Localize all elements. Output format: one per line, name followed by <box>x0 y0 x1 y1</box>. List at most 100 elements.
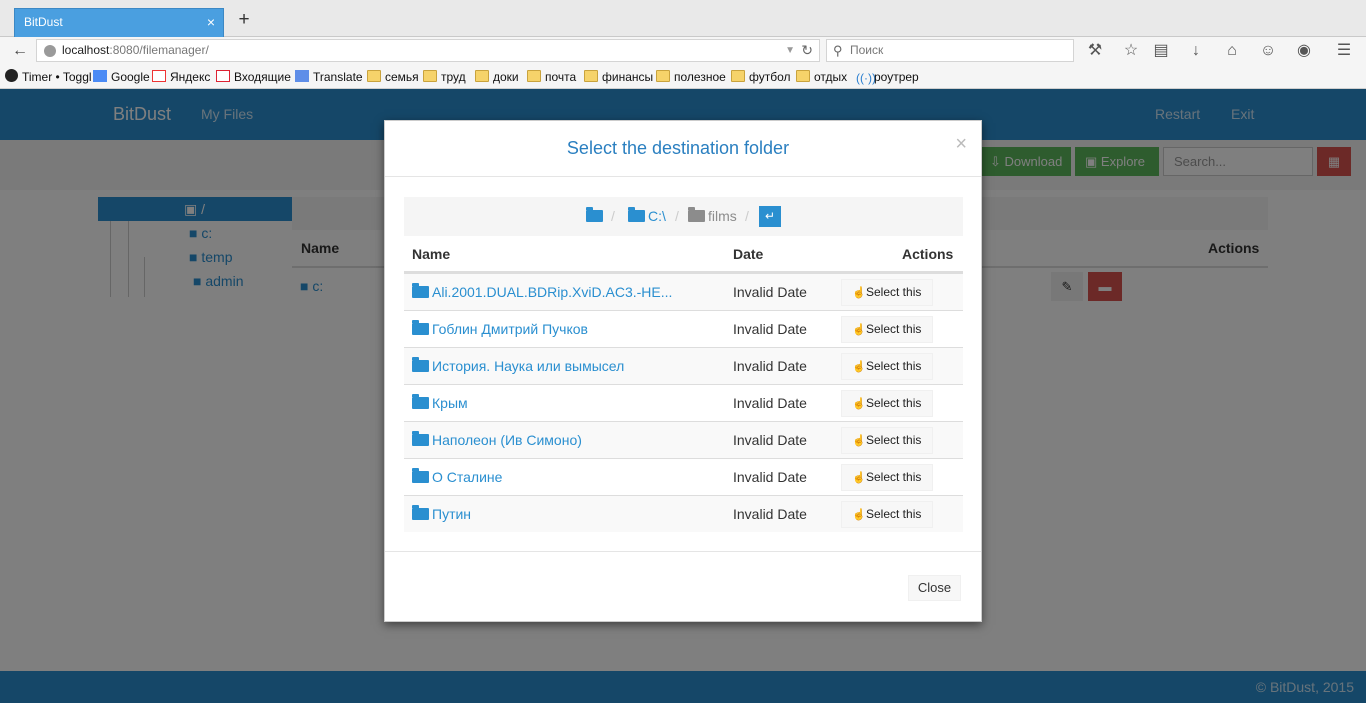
bookmark-folder-work[interactable]: труд <box>423 69 466 85</box>
hand-pointer-icon: ☝ <box>852 361 866 373</box>
url-dropdown-icon[interactable]: ▼ <box>785 40 795 61</box>
bookmark-folder-mail[interactable]: почта <box>527 69 576 85</box>
folder-date: Invalid Date <box>733 469 807 485</box>
globe-icon <box>44 45 56 57</box>
browser-navbar: ← localhost:8080/filemanager/ ▼ ↻ ⚲ Поис… <box>0 37 1366 65</box>
new-tab-icon[interactable]: + <box>234 8 254 32</box>
folder-date: Invalid Date <box>733 321 807 337</box>
folder-link[interactable]: Наполеон (Ив Симоно) <box>412 431 582 448</box>
browser-tabbar: BitDust × + <box>0 0 1366 37</box>
folder-link[interactable]: Путин <box>412 505 471 522</box>
modal-footer: Close <box>385 551 981 621</box>
bookmark-label: отдых <box>814 70 848 84</box>
select-this-button[interactable]: ☝Select this <box>841 279 933 306</box>
folder-date: Invalid Date <box>733 432 807 448</box>
breadcrumb-separator: / <box>611 208 615 224</box>
destination-folder-modal: Select the destination folder × / C:\ / … <box>384 120 982 622</box>
select-this-button[interactable]: ☝Select this <box>841 464 933 491</box>
folder-name: О Сталине <box>432 469 503 485</box>
bookmark-folder-rest[interactable]: отдых <box>796 69 847 85</box>
enter-folder-button[interactable]: ↵ <box>759 206 781 227</box>
folder-icon <box>527 70 541 82</box>
bookmark-yandex[interactable]: Яндекс <box>152 69 210 85</box>
bookmark-label: футбол <box>749 70 791 84</box>
bookmarks-bar: Timer • Toggl Google Яндекс Входящие Tra… <box>0 65 1366 89</box>
home-icon[interactable]: ⌂ <box>1221 40 1243 62</box>
breadcrumb-root[interactable] <box>586 207 606 224</box>
google-icon <box>93 70 107 82</box>
folder-link[interactable]: О Сталине <box>412 468 503 485</box>
header-name[interactable]: Name <box>412 246 450 262</box>
hand-pointer-icon: ☝ <box>852 509 866 521</box>
folder-icon <box>367 70 381 82</box>
folder-date: Invalid Date <box>733 358 807 374</box>
table-row: Гоблин Дмитрий Пучков Invalid Date ☝Sele… <box>404 310 963 347</box>
tab-close-icon[interactable]: × <box>207 9 215 36</box>
select-label: Select this <box>866 359 922 373</box>
close-button[interactable]: Close <box>908 575 961 601</box>
bookmark-folder-family[interactable]: семья <box>367 69 419 85</box>
address-bar[interactable]: localhost:8080/filemanager/ ▼ ↻ <box>36 39 820 62</box>
browser-search-input[interactable]: ⚲ Поиск <box>826 39 1074 62</box>
bookmark-folder-useful[interactable]: полезное <box>656 69 726 85</box>
header-date[interactable]: Date <box>733 246 763 262</box>
browser-tab[interactable]: BitDust × <box>14 8 224 37</box>
select-this-button[interactable]: ☝Select this <box>841 353 933 380</box>
bookmark-toggl[interactable]: Timer • Toggl <box>5 69 92 85</box>
bookmark-star-icon[interactable]: ☆ <box>1120 40 1142 62</box>
folder-link[interactable]: История. Наука или вымысел <box>412 357 625 374</box>
close-icon[interactable]: × <box>955 133 967 156</box>
folder-icon <box>412 431 429 446</box>
bookmark-label: Яндекс <box>170 70 211 84</box>
folder-name: Крым <box>432 395 468 411</box>
extension-icon[interactable]: ◉ <box>1293 40 1315 62</box>
bookmark-google[interactable]: Google <box>93 69 150 85</box>
bookmark-label: семья <box>385 70 419 84</box>
select-this-button[interactable]: ☝Select this <box>841 427 933 454</box>
folder-date: Invalid Date <box>733 395 807 411</box>
folder-name: История. Наука или вымысел <box>432 358 625 374</box>
download-arrow-icon[interactable]: ↓ <box>1185 40 1207 62</box>
bookmark-label: Входящие <box>234 70 291 84</box>
folder-icon <box>412 320 429 335</box>
bookmark-label: Timer • Toggl <box>22 70 92 84</box>
search-icon: ⚲ <box>833 43 843 58</box>
bookmark-inbox[interactable]: Входящие <box>216 69 291 85</box>
gmail-icon <box>216 70 230 82</box>
folder-link[interactable]: Гоблин Дмитрий Пучков <box>412 320 588 337</box>
url-path: :8080/filemanager/ <box>109 43 209 57</box>
folder-link[interactable]: Крым <box>412 394 468 411</box>
select-this-button[interactable]: ☝Select this <box>841 316 933 343</box>
bookmark-translate[interactable]: Translate <box>295 69 363 85</box>
bookmark-folder-football[interactable]: футбол <box>731 69 791 85</box>
folder-icon <box>584 70 598 82</box>
reading-list-icon[interactable]: ▤ <box>1150 40 1172 62</box>
folder-icon <box>412 394 429 409</box>
folder-date: Invalid Date <box>733 284 807 300</box>
reload-icon[interactable]: ↻ <box>801 40 813 61</box>
folder-icon <box>412 468 429 483</box>
folder-link[interactable]: Ali.2001.DUAL.BDRip.XviD.AC3.-HE... <box>412 283 672 300</box>
hand-pointer-icon: ☝ <box>852 472 866 484</box>
folder-name: Гоблин Дмитрий Пучков <box>432 321 588 337</box>
folder-table-header: Name Date Actions <box>404 236 963 273</box>
folder-open-icon <box>688 207 705 222</box>
folder-icon <box>412 357 429 372</box>
header-actions: Actions <box>902 246 954 262</box>
bookmark-router[interactable]: ((·))роутрер <box>856 69 919 85</box>
hand-pointer-icon: ☝ <box>852 287 866 299</box>
table-row: История. Наука или вымысел Invalid Date … <box>404 347 963 384</box>
menu-icon[interactable]: ☰ <box>1333 40 1355 62</box>
breadcrumb-drive[interactable]: C:\ <box>628 207 666 224</box>
wrench-icon[interactable]: ⚒ <box>1084 40 1106 62</box>
select-this-button[interactable]: ☝Select this <box>841 390 933 417</box>
chat-icon[interactable]: ☺ <box>1257 40 1279 62</box>
back-arrow-icon[interactable]: ← <box>9 40 31 62</box>
bookmark-folder-finance[interactable]: финансы <box>584 69 653 85</box>
folder-open-icon <box>628 207 645 222</box>
bookmark-folder-docs[interactable]: доки <box>475 69 519 85</box>
select-this-button[interactable]: ☝Select this <box>841 501 933 528</box>
bookmark-label: почта <box>545 70 577 84</box>
bookmark-label: Translate <box>313 70 363 84</box>
folder-open-icon <box>586 207 603 222</box>
